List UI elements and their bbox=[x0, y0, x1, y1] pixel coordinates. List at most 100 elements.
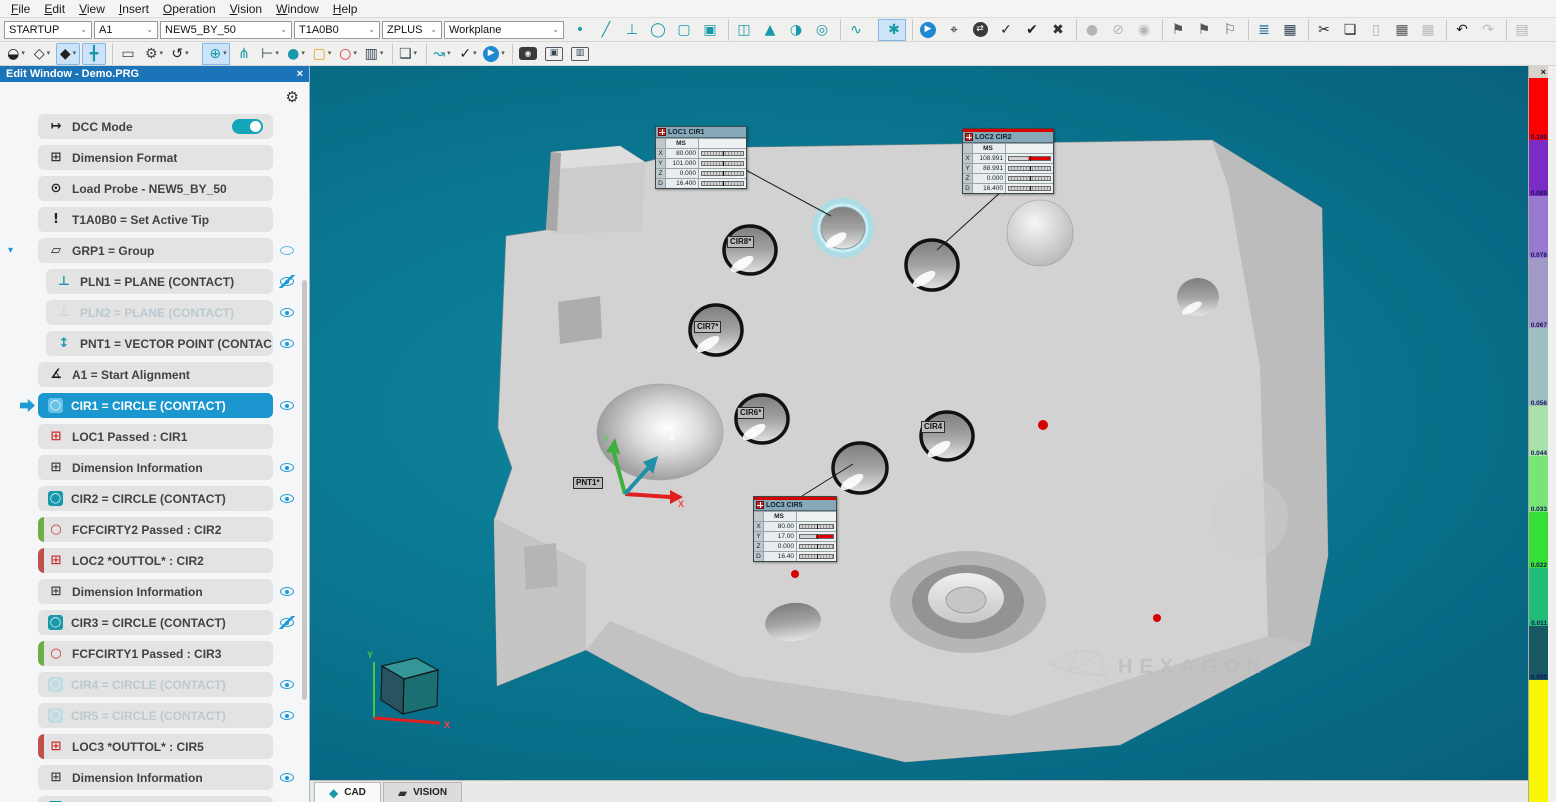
eye-icon[interactable] bbox=[279, 678, 295, 691]
sphere-icon[interactable]: ◑ bbox=[784, 19, 808, 41]
solid-view-icon[interactable]: ◆ ▾ bbox=[56, 43, 80, 65]
chevron-down-icon[interactable]: ▾ bbox=[185, 50, 189, 57]
probe-head-icon[interactable]: ⊕ ▾ bbox=[202, 43, 230, 65]
toggle-switch[interactable] bbox=[232, 119, 263, 134]
command-item[interactable]: ↕ PNT1 = VECTOR POINT (CONTAC bbox=[46, 331, 273, 356]
sphere-tool-icon[interactable]: ● ▾ bbox=[284, 43, 308, 65]
auto-feature-icon[interactable]: ✱ bbox=[878, 19, 906, 41]
chevron-down-icon[interactable]: ▾ bbox=[275, 50, 279, 57]
cad-3d-viewport[interactable]: Y X Y X bbox=[310, 66, 1528, 780]
paste-icon[interactable]: ▯ bbox=[1364, 19, 1388, 41]
eye-icon[interactable] bbox=[279, 461, 295, 474]
eye-icon[interactable] bbox=[279, 492, 295, 505]
command-item[interactable]: ▱ GRP1 = Group bbox=[38, 238, 273, 263]
command-item[interactable]: ⊥ PLN2 = PLANE (CONTACT) bbox=[46, 300, 273, 325]
probe-path-icon[interactable]: ⋔ ▾ bbox=[232, 43, 256, 65]
document-x-icon[interactable]: ✖ bbox=[1046, 19, 1070, 41]
command-item[interactable]: ◯ CIR2 = CIRCLE (CONTACT) bbox=[38, 486, 273, 511]
close-icon[interactable]: × bbox=[297, 68, 303, 80]
chevron-down-icon[interactable]: ▾ bbox=[223, 50, 227, 57]
line-icon[interactable]: ╱ bbox=[594, 19, 618, 41]
point-icon[interactable]: • bbox=[568, 19, 592, 41]
probe-toolbox-icon[interactable]: ⊢ ▾ bbox=[258, 43, 282, 65]
bore-feature[interactable] bbox=[1007, 200, 1073, 266]
chevron-down-icon[interactable]: ▾ bbox=[353, 50, 357, 57]
clipboard-disabled-icon[interactable]: ▦ bbox=[1416, 19, 1440, 41]
feature-circle-cir2[interactable] bbox=[906, 240, 958, 290]
chevron-down-icon[interactable]: ▾ bbox=[21, 50, 25, 57]
panel-scrollbar-thumb[interactable] bbox=[302, 280, 307, 700]
sphere-slash-disabled-icon[interactable]: ⊘ bbox=[1106, 19, 1130, 41]
chevron-down-icon[interactable]: ▾ bbox=[8, 245, 13, 256]
measurement-label-loc2[interactable]: LOC2 CIR2 MS X108.991 Y88.991 Z0.000 D16… bbox=[962, 128, 1054, 194]
plane-icon[interactable]: ⊥ bbox=[620, 19, 644, 41]
toolbar-dropdown[interactable]: A1 ⌄ bbox=[94, 21, 158, 39]
command-item[interactable]: ○ FCFCIRTY1 Passed : CIR3 bbox=[38, 641, 273, 666]
command-item[interactable]: ⊞ Dimension Information bbox=[38, 455, 273, 480]
document-check-icon[interactable]: ✔ bbox=[1020, 19, 1044, 41]
report-preview-icon[interactable]: ▣ ▾ bbox=[542, 43, 566, 65]
command-item[interactable]: ⊞ Dimension Information bbox=[38, 579, 273, 604]
command-item[interactable]: ⊞ Dimension Information bbox=[38, 765, 273, 790]
measurement-label-loc3[interactable]: LOC3 CIR5 MS X80.00 Y17.00 Z0.000 D16.40 bbox=[753, 496, 837, 562]
copy-pages-icon[interactable]: ❏ ▾ bbox=[392, 43, 420, 65]
menu-item[interactable]: File bbox=[4, 2, 37, 16]
feature-tag-cir6[interactable]: CIR6* bbox=[737, 407, 764, 419]
redo-icon[interactable]: ↷ bbox=[1476, 19, 1500, 41]
command-item[interactable]: ∡ A1 = Start Alignment bbox=[38, 362, 273, 387]
eye-icon[interactable] bbox=[279, 585, 295, 598]
feature-circle-cir5[interactable] bbox=[833, 443, 887, 493]
cylinder-icon[interactable]: ◫ bbox=[728, 19, 756, 41]
feature-circle-cir6[interactable] bbox=[736, 395, 788, 443]
bookmark-icon[interactable]: ⚑ bbox=[1162, 19, 1190, 41]
check-icon[interactable]: ✓ ▾ bbox=[456, 43, 480, 65]
chevron-down-icon[interactable]: ▾ bbox=[73, 50, 77, 57]
play-icon[interactable]: ▶ ▾ bbox=[482, 43, 506, 65]
rotate-icon[interactable]: ↺ ▾ bbox=[168, 43, 192, 65]
wireframe-view-icon[interactable]: ◇ ▾ bbox=[30, 43, 54, 65]
bookmark-slash-icon[interactable]: ⚐ bbox=[1218, 19, 1242, 41]
command-item[interactable]: ⊙ Load Probe - NEW5_BY_50 bbox=[38, 176, 273, 201]
chevron-down-icon[interactable]: ▾ bbox=[328, 50, 332, 57]
feature-circle-cir1-highlighted[interactable] bbox=[816, 202, 870, 254]
circle-icon[interactable]: ◯ bbox=[646, 19, 670, 41]
command-item[interactable]: ◯ CIR4 = CIRCLE (CONTACT) bbox=[38, 672, 273, 697]
command-item[interactable]: ◯ CIR6 = CIRCLE (CONTACT) bbox=[38, 796, 273, 802]
eye-icon[interactable] bbox=[279, 337, 295, 350]
paste-special-icon[interactable]: ▦ bbox=[1390, 19, 1414, 41]
report-list-icon[interactable]: ≣ bbox=[1248, 19, 1276, 41]
execute-icon[interactable]: ▶ bbox=[912, 19, 940, 41]
goto-circle-disabled-icon[interactable]: ◉ bbox=[1132, 19, 1156, 41]
view-orientation-cube[interactable] bbox=[381, 658, 438, 714]
vision[interactable]: ▰ VISION bbox=[383, 782, 462, 802]
command-item[interactable]: ⊞ LOC2 *OUTTOL* : CIR2 bbox=[38, 548, 273, 573]
pan-icon[interactable]: ╋ ▾ bbox=[82, 43, 106, 65]
eye-icon[interactable] bbox=[279, 306, 295, 319]
toolbar-dropdown[interactable]: STARTUP ⌄ bbox=[4, 21, 92, 39]
comment-icon[interactable]: ▭ ▾ bbox=[112, 43, 140, 65]
loop-icon[interactable]: ⇄ bbox=[968, 19, 992, 41]
feature-circle-cir4[interactable] bbox=[921, 412, 973, 460]
menu-item[interactable]: Edit bbox=[37, 2, 72, 16]
path-lines-icon[interactable]: ↝ ▾ bbox=[426, 43, 454, 65]
toolbar-dropdown[interactable]: Workplane ⌄ bbox=[444, 21, 564, 39]
eye-icon[interactable] bbox=[279, 616, 295, 629]
command-item[interactable]: ↦ DCC Mode bbox=[38, 114, 273, 139]
close-icon[interactable]: × bbox=[1541, 67, 1546, 77]
bookmark-pin-icon[interactable]: ⚑ bbox=[1192, 19, 1216, 41]
menu-item[interactable]: Window bbox=[269, 2, 326, 16]
command-item[interactable]: ⊥ PLN1 = PLANE (CONTACT) bbox=[46, 269, 273, 294]
check-mark-icon[interactable]: ✓ bbox=[994, 19, 1018, 41]
gear-icon[interactable]: ⚙ bbox=[286, 88, 299, 106]
feature-tag-cir7[interactable]: CIR7* bbox=[694, 321, 721, 333]
settings-gears-icon[interactable]: ⚙ ▾ bbox=[142, 43, 166, 65]
report-grid-icon[interactable]: ▦ bbox=[1278, 19, 1302, 41]
chevron-down-icon[interactable]: ▾ bbox=[301, 50, 305, 57]
print-icon[interactable]: ▤ bbox=[1506, 19, 1534, 41]
box-tool-icon[interactable]: ▢ ▾ bbox=[310, 43, 334, 65]
menu-item[interactable]: Operation bbox=[156, 2, 223, 16]
eye-icon[interactable] bbox=[279, 244, 295, 257]
command-item[interactable]: ◯ CIR3 = CIRCLE (CONTACT) bbox=[38, 610, 273, 635]
chevron-down-icon[interactable]: ▾ bbox=[414, 50, 418, 57]
camera-icon[interactable]: ◉ ▾ bbox=[512, 43, 540, 65]
